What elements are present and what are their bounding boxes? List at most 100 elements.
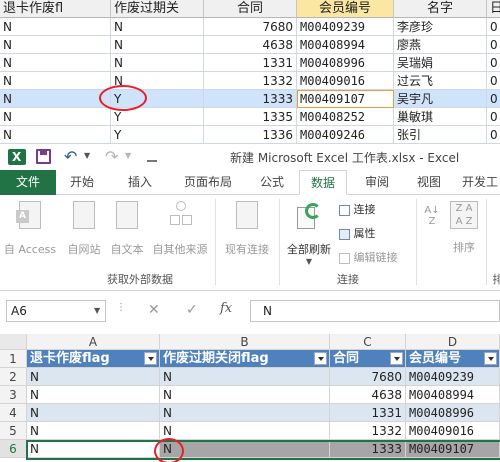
table-cell[interactable]: M00409016 (406, 422, 500, 440)
refresh-all-button[interactable]: 全部刷新 ▼ (283, 201, 335, 266)
tab-data[interactable]: 数据 (299, 170, 347, 195)
datasheet-row[interactable]: N N 7680 M00409239 李彦珍 0 (0, 18, 500, 36)
table-cell[interactable]: M00408994 (406, 386, 500, 404)
datasheet-cell[interactable]: 张引 (394, 126, 487, 144)
datasheet-cell[interactable]: 1335 (204, 108, 297, 126)
table-cell[interactable]: N (160, 368, 330, 386)
column-header-c[interactable]: C (330, 334, 406, 350)
column-header-d[interactable]: D (406, 334, 500, 350)
datasheet-row[interactable]: N Y 1336 M00409246 张引 0 (0, 126, 500, 144)
datasheet-cell[interactable]: N (0, 72, 111, 90)
table-row[interactable]: 2 N N 7680 M00409239 (0, 368, 500, 386)
table-cell[interactable]: N (27, 386, 160, 404)
row-header[interactable]: 3 (0, 386, 27, 404)
table-cell[interactable]: 1333 (330, 440, 406, 458)
name-box-dropdown-icon[interactable]: ▼ (94, 306, 100, 315)
datasheet-cell[interactable]: 1336 (204, 126, 297, 144)
row-header[interactable]: 4 (0, 404, 27, 422)
datasheet-cell[interactable]: 0 (487, 54, 500, 72)
redo-icon[interactable]: ↷ (105, 147, 118, 166)
table-header-cell[interactable]: 合同 (330, 350, 406, 368)
table-header-cell[interactable]: 会员编号 (406, 350, 500, 368)
datasheet-cell[interactable]: N (0, 90, 111, 108)
redo-dropdown-icon[interactable]: ▼ (125, 151, 131, 160)
row-header[interactable]: 1 (0, 350, 27, 368)
table-cell[interactable]: N (27, 404, 160, 422)
edit-links-button[interactable]: 编辑链接 (339, 249, 411, 265)
datasheet-cell[interactable]: M00409239 (297, 18, 394, 36)
table-row[interactable]: 5 N N 1332 M00409016 (0, 422, 500, 440)
datasheet-cell[interactable]: 1333 (204, 90, 297, 108)
from-other-sources-button[interactable]: 自其他来源 (148, 201, 212, 257)
cancel-icon[interactable]: ✕ (148, 302, 160, 318)
table-cell[interactable]: N (160, 386, 330, 404)
table-cell[interactable]: 1332 (330, 422, 406, 440)
datasheet-cell[interactable]: N (0, 18, 111, 36)
datasheet-cell[interactable]: 0 (487, 36, 500, 54)
datasheet-cell[interactable]: 0 (487, 108, 500, 126)
datasheet-cell[interactable]: 李彦珍 (394, 18, 487, 36)
column-header[interactable]: 合同 (204, 0, 297, 18)
datasheet-cell[interactable]: 7680 (204, 18, 297, 36)
datasheet-cell[interactable]: M00408252 (297, 108, 394, 126)
datasheet-row[interactable]: N N 4638 M00408994 廖燕 0 (0, 36, 500, 54)
datasheet-cell[interactable]: M00408994 (297, 36, 394, 54)
tab-review[interactable]: 审阅 (357, 170, 397, 195)
table-row[interactable]: 4 N N 1331 M00408996 (0, 404, 500, 422)
table-cell[interactable]: M00408996 (406, 404, 500, 422)
table-cell[interactable]: M00409239 (406, 368, 500, 386)
undo-icon[interactable]: ↶ (64, 147, 77, 166)
refresh-dropdown-icon[interactable]: ▼ (283, 257, 335, 266)
datasheet-cell[interactable]: 0 (487, 18, 500, 36)
datasheet-cell[interactable]: 1332 (204, 72, 297, 90)
select-all-corner[interactable] (0, 334, 27, 350)
from-access-button[interactable]: A 自 Access (2, 201, 58, 257)
row-header[interactable]: 2 (0, 368, 27, 386)
datasheet-cell[interactable]: 巢敏琪 (394, 108, 487, 126)
datasheet-cell[interactable]: 廖燕 (394, 36, 487, 54)
tab-home[interactable]: 开始 (62, 170, 102, 195)
tab-view[interactable]: 视图 (409, 170, 449, 195)
datasheet-cell[interactable]: M00409016 (297, 72, 394, 90)
tab-file[interactable]: 文件 (0, 170, 56, 195)
column-header[interactable]: 会员编号 (297, 0, 394, 18)
table-cell[interactable]: N (160, 404, 330, 422)
column-header-a[interactable]: A (27, 334, 160, 350)
existing-connections-button[interactable]: 现有连接 (220, 201, 274, 257)
datasheet-cell[interactable]: N (111, 36, 204, 54)
table-header-cell[interactable]: 作废过期关闭flag (160, 350, 330, 368)
datasheet-cell[interactable]: 0 (487, 126, 500, 144)
table-cell[interactable]: 7680 (330, 368, 406, 386)
tab-developer[interactable]: 开发工 (455, 170, 500, 195)
properties-button[interactable]: 属性 (339, 225, 399, 241)
row-header[interactable]: 5 (0, 422, 27, 440)
table-row[interactable]: 6 N N 1333 M00409107 (0, 440, 500, 458)
column-header[interactable]: 名字 (394, 0, 487, 18)
datasheet-cell[interactable]: 4638 (204, 36, 297, 54)
undo-dropdown-icon[interactable]: ▼ (84, 151, 90, 160)
datasheet-cell[interactable]: N (111, 54, 204, 72)
filter-dropdown-icon[interactable] (314, 352, 327, 365)
datasheet-cell[interactable]: N (0, 36, 111, 54)
enter-icon[interactable]: ✓ (186, 302, 198, 318)
datasheet-cell[interactable]: N (0, 126, 111, 144)
name-box[interactable]: A6 (6, 300, 106, 322)
table-cell[interactable]: N (27, 368, 160, 386)
table-cell[interactable]: N (27, 422, 160, 440)
row-header[interactable]: 6 (0, 440, 27, 458)
datasheet-cell[interactable]: 0 (487, 90, 500, 108)
from-text-button[interactable]: 自文本 (107, 201, 147, 257)
datasheet-cell[interactable]: 吴瑞娟 (394, 54, 487, 72)
formula-input[interactable]: N (250, 300, 500, 322)
datasheet-row[interactable]: N Y 1335 M00408252 巢敏琪 0 (0, 108, 500, 126)
table-cell[interactable]: 1331 (330, 404, 406, 422)
customize-toolbar-icon[interactable] (147, 148, 157, 162)
tab-insert[interactable]: 插入 (120, 170, 160, 195)
datasheet-cell[interactable]: 0 (487, 72, 500, 90)
filter-dropdown-icon[interactable] (390, 352, 403, 365)
table-row[interactable]: 3 N N 4638 M00408994 (0, 386, 500, 404)
connections-button[interactable]: 连接 (339, 201, 399, 217)
datasheet-cell[interactable]: N (0, 54, 111, 72)
column-header[interactable]: 日 (487, 0, 500, 18)
datasheet-cell[interactable]: M00408996 (297, 54, 394, 72)
